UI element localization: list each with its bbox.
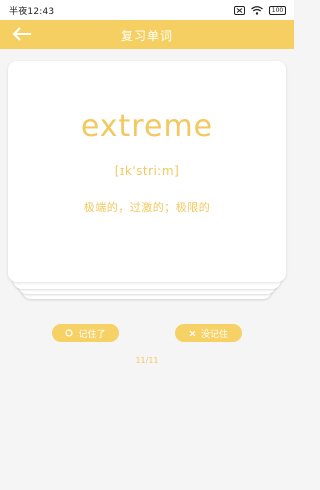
remembered-button[interactable]: 记住了 [52,324,119,342]
not-remembered-label: 没记住 [200,329,228,340]
circle-icon [65,329,74,337]
status-icons: 100 [234,4,286,16]
battery-level: 100 [271,6,284,14]
status-time: 半夜12:43 [9,7,55,17]
phonetic-text: [ɪk'striːm] [114,164,180,178]
wifi-icon [251,5,263,15]
meaning-text: 极端的，过激的；极限的 [83,201,211,214]
battery-icon: 100 [269,5,286,15]
word-text: extreme [80,109,214,144]
word-card[interactable]: extreme [ɪk'striːm] 极端的，过激的；极限的 [8,61,286,282]
card-stack: extreme [ɪk'striːm] 极端的，过激的；极限的 [8,61,286,301]
page-title: 复习单词 [120,29,173,43]
notification-off-icon [234,5,245,15]
title-bar: 复习单词 [0,20,294,49]
x-icon [189,330,196,336]
remembered-label: 记住了 [78,329,106,340]
not-remembered-button[interactable]: 没记住 [175,324,242,342]
progress-counter: 11/11 [135,356,159,365]
status-bar: 半夜12:43 100 [0,0,294,20]
